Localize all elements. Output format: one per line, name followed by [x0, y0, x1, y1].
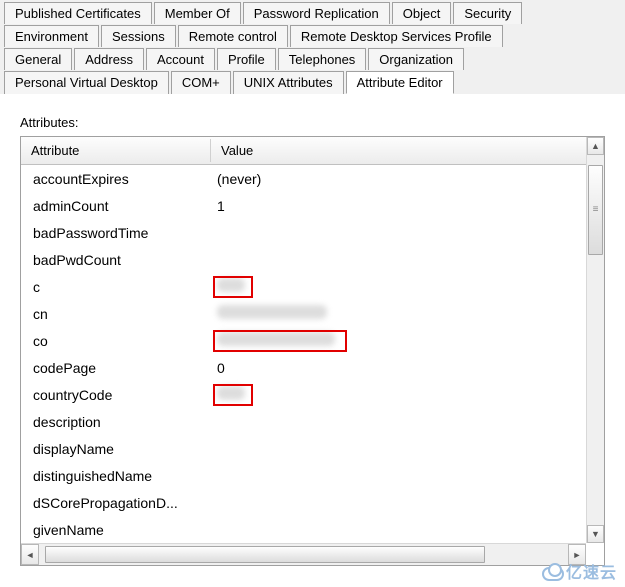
- tab-password-replication[interactable]: Password Replication: [243, 2, 390, 24]
- tab-attribute-editor[interactable]: Attribute Editor: [346, 71, 454, 94]
- tab-general[interactable]: General: [4, 48, 72, 70]
- attribute-name: description: [21, 414, 211, 430]
- attributes-label: Attributes:: [20, 115, 605, 130]
- tab-organization[interactable]: Organization: [368, 48, 464, 70]
- tab-sessions[interactable]: Sessions: [101, 25, 176, 47]
- attribute-name: distinguishedName: [21, 468, 211, 484]
- cloud-icon: [542, 567, 564, 581]
- redaction-box: [213, 330, 347, 352]
- table-row[interactable]: badPwdCount: [21, 246, 604, 273]
- tab-personal-virtual-desktop[interactable]: Personal Virtual Desktop: [4, 71, 169, 94]
- column-header-attribute[interactable]: Attribute: [21, 139, 211, 162]
- attribute-value: [211, 332, 604, 349]
- table-row[interactable]: badPasswordTime: [21, 219, 604, 246]
- table-row[interactable]: displayName: [21, 435, 604, 462]
- attribute-name: c: [21, 279, 211, 295]
- table-row[interactable]: co: [21, 327, 604, 354]
- tab-account[interactable]: Account: [146, 48, 215, 70]
- attribute-value: 1: [211, 198, 604, 214]
- table-row[interactable]: givenName: [21, 516, 604, 543]
- attribute-value: [211, 386, 604, 403]
- table-row[interactable]: distinguishedName: [21, 462, 604, 489]
- tab-remote-desktop-services-profile[interactable]: Remote Desktop Services Profile: [290, 25, 503, 47]
- listview-header: Attribute Value: [21, 137, 604, 165]
- tab-security[interactable]: Security: [453, 2, 522, 24]
- attribute-value: (never): [211, 171, 604, 187]
- table-row[interactable]: countryCode: [21, 381, 604, 408]
- scroll-down-button[interactable]: ▼: [587, 525, 604, 543]
- vscroll-track[interactable]: [587, 155, 604, 525]
- tab-profile[interactable]: Profile: [217, 48, 276, 70]
- redaction-box: [213, 384, 253, 406]
- watermark: 亿速云: [542, 559, 617, 583]
- attribute-name: badPasswordTime: [21, 225, 211, 241]
- tab-unix-attributes[interactable]: UNIX Attributes: [233, 71, 344, 94]
- attribute-name: displayName: [21, 441, 211, 457]
- table-row[interactable]: description: [21, 408, 604, 435]
- attribute-editor-panel: Attributes: Attribute Value accountExpir…: [0, 95, 625, 566]
- tab-remote-control[interactable]: Remote control: [178, 25, 288, 47]
- attribute-value: 0: [211, 360, 604, 376]
- attribute-name: badPwdCount: [21, 252, 211, 268]
- attribute-name: codePage: [21, 360, 211, 376]
- attribute-name: givenName: [21, 522, 211, 538]
- tab-strip: Published CertificatesMember OfPassword …: [0, 0, 625, 94]
- column-header-value[interactable]: Value: [211, 139, 604, 162]
- tab-member-of[interactable]: Member Of: [154, 2, 241, 24]
- tab-environment[interactable]: Environment: [4, 25, 99, 47]
- scroll-up-button[interactable]: ▲: [587, 137, 604, 155]
- table-row[interactable]: c: [21, 273, 604, 300]
- attribute-name: cn: [21, 306, 211, 322]
- tab-address[interactable]: Address: [74, 48, 144, 70]
- table-row[interactable]: adminCount1: [21, 192, 604, 219]
- vscroll-thumb[interactable]: [588, 165, 603, 255]
- horizontal-scrollbar[interactable]: ◄ ►: [21, 543, 586, 565]
- attribute-name: accountExpires: [21, 171, 211, 187]
- attribute-value: [211, 278, 604, 295]
- tab-object[interactable]: Object: [392, 2, 452, 24]
- attribute-name: adminCount: [21, 198, 211, 214]
- tab-com-[interactable]: COM+: [171, 71, 231, 94]
- tab-published-certificates[interactable]: Published Certificates: [4, 2, 152, 24]
- table-row[interactable]: accountExpires(never): [21, 165, 604, 192]
- attribute-name: countryCode: [21, 387, 211, 403]
- attribute-name: dSCorePropagationD...: [21, 495, 211, 511]
- table-row[interactable]: codePage0: [21, 354, 604, 381]
- attributes-listview: Attribute Value accountExpires(never)adm…: [20, 136, 605, 566]
- hscroll-track[interactable]: [39, 544, 568, 565]
- table-row[interactable]: dSCorePropagationD...: [21, 489, 604, 516]
- hscroll-thumb[interactable]: [45, 546, 485, 563]
- tab-telephones[interactable]: Telephones: [278, 48, 367, 70]
- table-row[interactable]: cn: [21, 300, 604, 327]
- attribute-value: [211, 305, 604, 322]
- vertical-scrollbar[interactable]: ▲ ▼: [586, 137, 604, 543]
- redaction-box: [213, 276, 253, 298]
- scroll-left-button[interactable]: ◄: [21, 544, 39, 565]
- attribute-name: co: [21, 333, 211, 349]
